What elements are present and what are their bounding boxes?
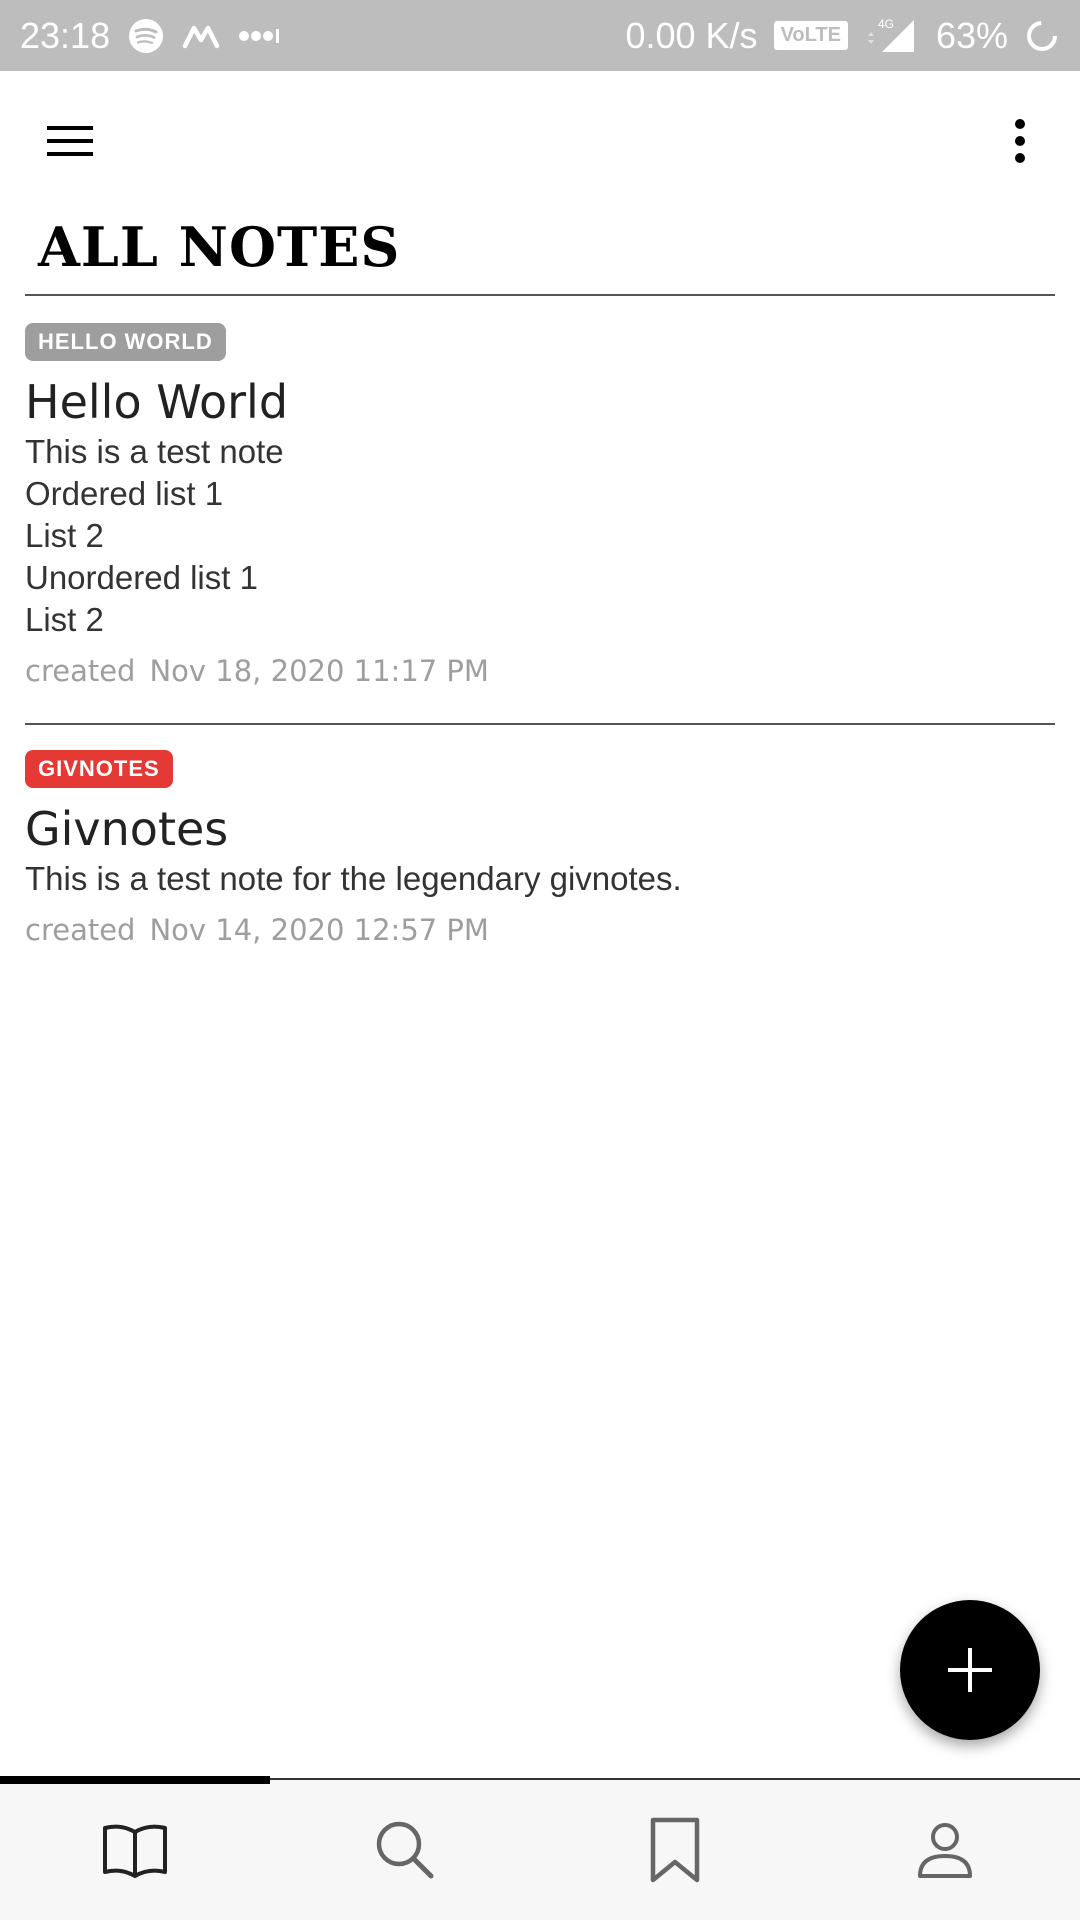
title-divider bbox=[25, 294, 1055, 296]
status-bar: 23:18 0.00 K/s VoLTE 4G 63% bbox=[0, 0, 1080, 71]
profile-icon bbox=[918, 1823, 972, 1878]
notes-screen: 23:18 0.00 K/s VoLTE 4G 63% ALL NOTES HE… bbox=[0, 0, 1080, 1920]
bookmark-icon bbox=[650, 1817, 700, 1883]
more-vertical-icon bbox=[1015, 119, 1025, 163]
menu-button[interactable] bbox=[38, 118, 102, 166]
m-app-icon bbox=[182, 23, 220, 49]
created-label: created bbox=[25, 913, 136, 947]
note-preview-line: Unordered list 1 bbox=[25, 559, 258, 596]
note-card[interactable]: HELLO WORLD Hello World This is a test n… bbox=[25, 323, 1055, 691]
note-preview-line: Ordered list 1 bbox=[25, 475, 224, 512]
battery-loading-icon bbox=[1024, 18, 1060, 54]
network-speed: 0.00 K/s bbox=[625, 14, 758, 56]
search-icon bbox=[376, 1821, 434, 1879]
note-preview-line: List 2 bbox=[25, 517, 104, 554]
nav-search-tab[interactable] bbox=[270, 1780, 540, 1920]
note-preview-line: This is a test note for the legendary gi… bbox=[25, 860, 682, 897]
more-options-button[interactable] bbox=[1000, 116, 1040, 166]
book-icon bbox=[103, 1824, 167, 1878]
note-tag[interactable]: HELLO WORLD bbox=[25, 323, 226, 361]
note-preview-line: List 2 bbox=[25, 601, 104, 638]
note-created: created Nov 18, 2020 11:17 PM bbox=[25, 651, 1055, 691]
note-title: Givnotes bbox=[25, 802, 229, 856]
created-date: Nov 18, 2020 11:17 PM bbox=[149, 654, 489, 688]
created-label: created bbox=[25, 654, 136, 688]
created-date: Nov 14, 2020 12:57 PM bbox=[149, 913, 489, 947]
spotify-icon bbox=[128, 18, 164, 54]
nav-bookmarks-tab[interactable] bbox=[540, 1780, 810, 1920]
plus-icon bbox=[948, 1648, 992, 1692]
more-notifications-icon bbox=[238, 28, 282, 44]
note-created: created Nov 14, 2020 12:57 PM bbox=[25, 910, 1055, 950]
signal-icon: 4G bbox=[864, 16, 920, 56]
nav-notes-tab[interactable] bbox=[0, 1780, 270, 1920]
network-type: 4G bbox=[878, 17, 894, 31]
add-note-button[interactable] bbox=[900, 1600, 1040, 1740]
nav-profile-tab[interactable] bbox=[810, 1780, 1080, 1920]
app-bar bbox=[0, 71, 1080, 211]
hamburger-menu-icon bbox=[47, 126, 93, 156]
bottom-navigation bbox=[0, 1776, 1080, 1920]
note-tag[interactable]: GIVNOTES bbox=[25, 750, 173, 788]
note-title: Hello World bbox=[25, 375, 289, 429]
page-title: ALL NOTES bbox=[38, 215, 401, 279]
battery-percent: 63% bbox=[935, 14, 1008, 56]
note-card[interactable]: GIVNOTES Givnotes This is a test note fo… bbox=[25, 750, 1055, 950]
volte-badge: VoLTE bbox=[773, 21, 848, 50]
status-time: 23:18 bbox=[20, 14, 111, 56]
note-preview-line: This is a test note bbox=[25, 433, 284, 470]
note-divider bbox=[25, 723, 1055, 725]
